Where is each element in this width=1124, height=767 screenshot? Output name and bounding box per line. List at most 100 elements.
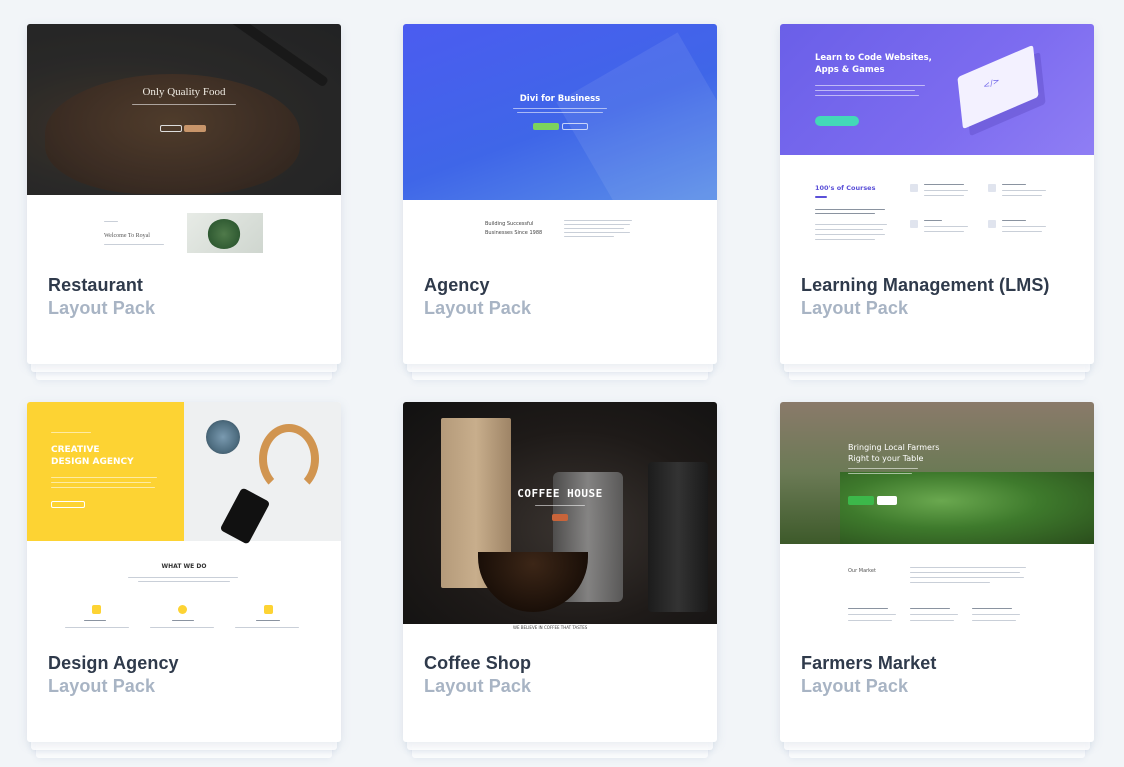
preview-text-line xyxy=(815,90,915,91)
vegetables-image xyxy=(840,472,1094,544)
card-body[interactable]: Learn to Code Websites, Apps & Games 100… xyxy=(780,24,1094,364)
layout-preview-agency[interactable]: Divi for Business Building Successful Bu… xyxy=(403,24,717,254)
card-title: Farmers Market xyxy=(801,653,937,673)
layout-pack-card-coffee-shop[interactable]: COFFEE HOUSE WE BELIEVE IN COFFEE THAT T… xyxy=(403,402,717,758)
preview-text-line xyxy=(848,473,912,474)
preview-text-line xyxy=(924,220,942,221)
card-body[interactable]: CREATIVE DESIGN AGENCY WHAT WE DO Design… xyxy=(27,402,341,742)
preview-button xyxy=(562,123,588,130)
preview-text-line xyxy=(1002,184,1026,185)
preview-text-line xyxy=(815,229,883,230)
layout-preview-restaurant[interactable]: Only Quality Food Welcome To Royal xyxy=(27,24,341,254)
layout-preview-coffee-shop[interactable]: COFFEE HOUSE WE BELIEVE IN COFFEE THAT T… xyxy=(403,402,717,632)
card-body[interactable]: Divi for Business Building Successful Bu… xyxy=(403,24,717,364)
card-title: Coffee Shop xyxy=(424,653,532,673)
preview-text-line xyxy=(1002,231,1042,232)
course-icon xyxy=(988,220,996,228)
preview-text-line xyxy=(815,239,875,240)
layout-pack-card-agency[interactable]: Divi for Business Building Successful Bu… xyxy=(403,24,717,380)
preview-section-heading: Our Market xyxy=(848,568,876,574)
preview-text-line xyxy=(256,620,280,621)
preview-section-heading: Welcome To Royal xyxy=(104,233,150,239)
preview-text-line xyxy=(104,244,164,245)
headphones-image xyxy=(259,424,319,494)
preview-text-line xyxy=(564,236,614,237)
preview-hero-heading-line: Bringing Local Farmers xyxy=(848,443,940,452)
preview-text-line xyxy=(128,577,238,578)
card-subtitle: Layout Pack xyxy=(48,676,156,696)
preview-text-line xyxy=(517,112,603,113)
hero-overlay xyxy=(27,24,341,195)
layout-pack-card-design-agency[interactable]: CREATIVE DESIGN AGENCY WHAT WE DO Design… xyxy=(27,402,341,758)
preview-text-line xyxy=(513,108,607,109)
preview-text-line xyxy=(848,614,896,615)
preview-text-line xyxy=(910,567,1026,568)
preview-button xyxy=(51,501,85,508)
preview-button xyxy=(877,496,897,505)
preview-text-line xyxy=(138,581,230,582)
preview-text-line xyxy=(564,220,632,221)
preview-section-heading-line: Building Successful xyxy=(485,221,534,227)
preview-text-line xyxy=(972,614,1020,615)
preview-text-line xyxy=(235,627,299,628)
preview-text-line xyxy=(910,572,1020,573)
preview-section-heading-line: Businesses Since 1988 xyxy=(485,230,543,236)
preview-text-line xyxy=(910,608,950,609)
preview-hero: Learn to Code Websites, Apps & Games xyxy=(780,24,1094,155)
layout-pack-card-restaurant[interactable]: Only Quality Food Welcome To Royal Resta… xyxy=(27,24,341,380)
card-title: Restaurant xyxy=(48,275,144,295)
preview-text-line xyxy=(65,627,129,628)
preview-text-line xyxy=(910,577,1024,578)
preview-text-line xyxy=(1002,195,1042,196)
coffee-beans-bowl-image xyxy=(478,552,588,612)
service-icon xyxy=(92,605,101,614)
preview-text-line xyxy=(972,608,1012,609)
preview-text-line xyxy=(815,234,885,235)
plant-image xyxy=(187,213,263,253)
service-icon xyxy=(264,605,273,614)
layout-preview-lms[interactable]: Learn to Code Websites, Apps & Games 100… xyxy=(780,24,1094,254)
preview-text-line xyxy=(132,104,236,105)
preview-text-line xyxy=(848,468,918,469)
layout-pack-card-lms[interactable]: Learn to Code Websites, Apps & Games 100… xyxy=(780,24,1094,380)
preview-text-line xyxy=(1002,220,1026,221)
card-body[interactable]: COFFEE HOUSE WE BELIEVE IN COFFEE THAT T… xyxy=(403,402,717,742)
french-press-image xyxy=(648,462,708,612)
preview-hero-heading-line: Learn to Code Websites, xyxy=(815,53,932,63)
preview-text-line xyxy=(910,614,958,615)
preview-text-line xyxy=(924,190,968,191)
preview-hero-heading: Learn to Code Websites, Apps & Games xyxy=(815,52,932,76)
preview-text-line xyxy=(172,620,194,621)
card-title: Learning Management (LMS) xyxy=(801,275,1050,295)
preview-hero-heading: Bringing Local Farmers Right to your Tab… xyxy=(848,442,939,464)
preview-button xyxy=(552,514,568,521)
preview-text-line xyxy=(150,627,214,628)
layout-preview-design-agency[interactable]: CREATIVE DESIGN AGENCY WHAT WE DO xyxy=(27,402,341,632)
preview-hero-heading-line: Right to your Table xyxy=(848,454,924,463)
preview-button xyxy=(533,123,559,130)
layout-preview-farmers-market[interactable]: Bringing Local Farmers Right to your Tab… xyxy=(780,402,1094,632)
preview-text-line xyxy=(815,196,827,198)
course-icon xyxy=(988,184,996,192)
layout-pack-card-farmers-market[interactable]: Bringing Local Farmers Right to your Tab… xyxy=(780,402,1094,758)
preview-hero-heading: CREATIVE DESIGN AGENCY xyxy=(51,444,134,468)
preview-text-line xyxy=(1002,226,1046,227)
preview-hero-heading-line: CREATIVE xyxy=(51,445,100,455)
card-body[interactable]: Only Quality Food Welcome To Royal Resta… xyxy=(27,24,341,364)
preview-text-line xyxy=(564,228,624,229)
succulent-image xyxy=(206,420,240,454)
preview-hero: CREATIVE DESIGN AGENCY xyxy=(27,402,184,541)
card-body[interactable]: Bringing Local Farmers Right to your Tab… xyxy=(780,402,1094,742)
preview-hero: Bringing Local Farmers Right to your Tab… xyxy=(780,402,1094,544)
desk-photo xyxy=(184,402,341,545)
preview-section-heading: Building Successful Businesses Since 198… xyxy=(485,220,542,238)
card-subtitle: Layout Pack xyxy=(424,298,532,318)
preview-text-line xyxy=(910,620,954,621)
preview-text-line xyxy=(924,226,968,227)
preview-text-line xyxy=(535,505,585,506)
preview-text-line xyxy=(51,477,157,478)
preview-hero-heading-line: DESIGN AGENCY xyxy=(51,457,134,467)
card-subtitle: Layout Pack xyxy=(801,676,909,696)
laptop-illustration xyxy=(957,44,1039,130)
preview-hero: COFFEE HOUSE WE BELIEVE IN COFFEE THAT T… xyxy=(403,402,717,632)
